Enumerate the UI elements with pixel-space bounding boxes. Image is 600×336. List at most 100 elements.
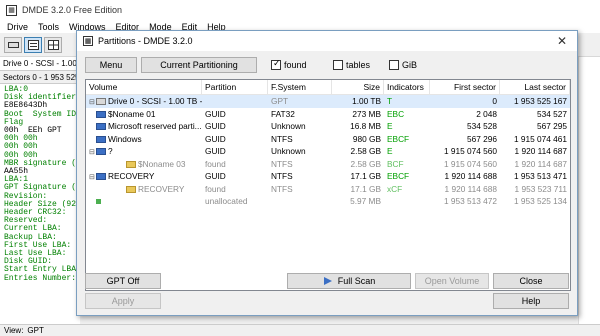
col-volume[interactable]: Volume [86,80,202,94]
gib-checkbox[interactable]: GiB [389,58,417,72]
status-bar: View: GPT [0,324,600,336]
indicators-cell [384,195,430,208]
first-sector-cell: 567 296 [467,133,497,144]
table-row[interactable]: ⊟ RECOVERY GUID NTFS 17.1 GB EBCF 1 920 1… [86,170,570,183]
indicators-cell: EBC [387,108,405,119]
scan-icon [323,277,332,285]
col-last-sector[interactable]: Last sector [500,80,570,94]
last-sector-cell: 1 953 513 471 [513,171,567,181]
indicators-cell: EBCF [387,133,410,144]
app-icon: ▦ [6,4,17,16]
last-sector-cell: 1 920 114 687 [514,146,567,156]
last-sector-cell: 534 527 [537,108,567,119]
apply-button[interactable]: Apply [85,293,161,309]
col-first-sector[interactable]: First sector [430,80,500,94]
list-icon [28,40,39,50]
partition-cell: GUID [205,108,226,119]
partition-cell: GUID [205,171,226,181]
collapse-icon[interactable]: ⊟ [89,173,96,181]
drive-selector[interactable]: Drive 0 - SCSI - 1.00 [0,57,80,71]
col-partition[interactable]: Partition [202,80,268,94]
indicators-cell: E [387,121,393,131]
partition-cell: GUID [205,121,226,131]
table-row[interactable]: ⊟? GUID Unknown 2.58 GB E 1 915 074 560 … [86,145,570,158]
col-size[interactable]: Size [332,80,384,94]
collapse-icon[interactable]: ⊟ [89,98,96,106]
first-sector-cell: 1 920 114 688 [444,183,497,194]
gpt-off-button[interactable]: GPT Off [85,273,161,289]
volume-cell: RECOVERY [86,183,202,196]
collapse-icon[interactable]: ⊟ [89,148,96,156]
found-checkbox[interactable]: found [271,58,307,72]
close-icon[interactable]: ✕ [547,31,577,51]
volume-name: Microsoft reserved parti... [108,121,202,131]
toolbar-drive-button[interactable] [4,37,22,53]
size-cell: 980 GB [352,133,381,144]
code-line: Entries Number: [4,273,77,283]
full-scan-button[interactable]: Full Scan [287,273,411,289]
toolbar-partitions-button[interactable] [24,37,42,53]
menu-tools[interactable]: Tools [33,22,64,32]
first-sector-cell: 1 920 114 688 [444,171,497,181]
tables-checkbox[interactable]: tables [333,58,370,72]
table-row[interactable]: $Noname 03 found NTFS 2.58 GB BCF 1 915 … [86,158,570,171]
volume-name: Windows [108,133,142,144]
table-row[interactable]: Windows GUID NTFS 980 GB EBCF 567 296 1 … [86,133,570,146]
last-sector-cell: 1 915 074 461 [513,133,567,144]
grid-icon [48,40,59,50]
toolbar-grid-button[interactable] [44,37,62,53]
volume-cell: ⊟ RECOVERY [86,170,202,183]
partition-icon [96,110,106,118]
volume-name: ? [108,146,113,156]
table-row[interactable]: $Noname 01 GUID FAT32 273 MB EBC 2 048 5… [86,108,570,121]
last-sector-cell: 1 953 523 711 [514,183,567,194]
last-sector-cell: 1 920 114 687 [514,158,567,169]
col-fsystem[interactable]: F.System [268,80,332,94]
table-row[interactable]: unallocated 5.97 MB 1 953 513 472 1 953 … [86,195,570,208]
partition-cell: GUID [205,133,226,144]
table-row[interactable]: ⊟ Drive 0 - SCSI - 1.00 TB - T... GPT 1.0… [86,95,570,108]
indicators-cell: EBCF [387,171,410,181]
checkbox-unchecked-icon [389,60,399,70]
dialog-title-bar: ▦ Partitions - DMDE 3.2.0 [77,31,577,51]
volume-cell: $Noname 01 [86,108,202,121]
last-sector-cell: 567 295 [537,121,567,131]
open-volume-button[interactable]: Open Volume [415,273,489,289]
close-button[interactable]: Close [493,273,569,289]
volume-name: $Noname 01 [108,108,156,119]
partitions-dialog: ▦ Partitions - DMDE 3.2.0 ✕ Menu Current… [76,30,578,316]
volume-cell [86,195,202,208]
drive-icon [8,42,19,48]
first-sector-cell: 1 915 074 560 [443,158,497,169]
sector-editor-panel[interactable]: LBA:0 Disk identifier E8E8643Dh Boot Sys… [0,84,80,324]
fs-cell: NTFS [271,158,293,169]
free-space-icon [96,199,101,205]
partitions-table[interactable]: Volume Partition F.System Size Indicator… [85,79,571,291]
current-partitioning-button[interactable]: Current Partitioning [141,57,257,73]
table-row[interactable]: RECOVERY found NTFS 17.1 GB xCF 1 920 11… [86,183,570,196]
status-mode-value[interactable]: GPT [27,326,43,335]
menu-drive[interactable]: Drive [2,22,33,32]
sectors-range: Sectors 0 - 1 953 525 [0,72,80,84]
size-cell: 5.97 MB [350,196,381,206]
fs-cell: GPT [271,96,289,106]
volume-name: Drive 0 - SCSI - 1.00 TB - T... [108,96,202,106]
table-row[interactable]: Microsoft reserved parti... GUID Unknown… [86,120,570,133]
indicators-cell: T [387,96,393,106]
drive-icon [96,98,106,106]
volume-cell: Microsoft reserved parti... [86,120,202,133]
menu-button[interactable]: Menu [85,57,137,73]
first-sector-cell: 2 048 [476,108,497,119]
full-scan-label: Full Scan [337,276,376,286]
volume-cell: Windows [86,133,202,146]
size-cell: 1.00 TB [352,96,381,106]
volume-cell: ⊟ Drive 0 - SCSI - 1.00 TB - T... [86,95,202,108]
volume-name: RECOVERY [108,171,155,181]
help-button[interactable]: Help [493,293,569,309]
size-cell: 2.58 GB [350,158,381,169]
fs-cell: FAT32 [271,108,295,119]
fs-cell: Unknown [271,121,306,131]
partition-cell: found [205,158,226,169]
col-indicators[interactable]: Indicators [384,80,430,94]
partition-icon [96,123,106,131]
